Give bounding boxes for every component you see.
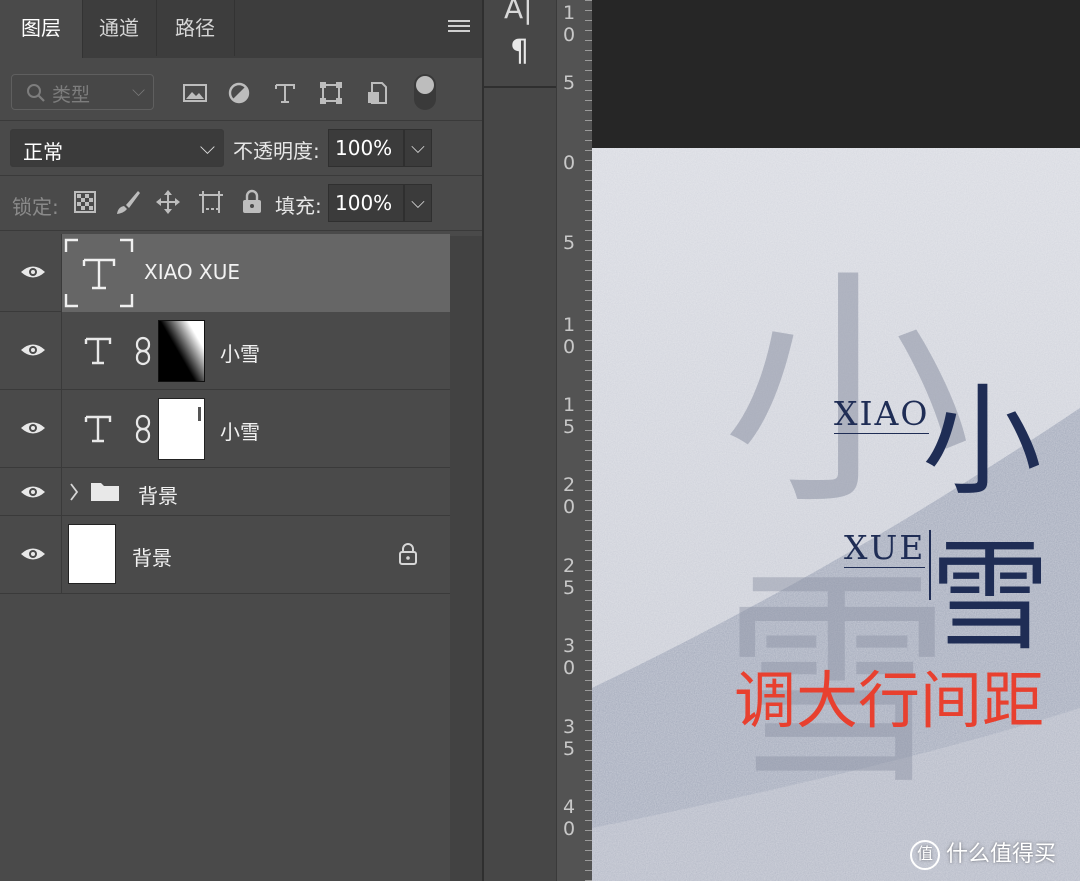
eye-icon[interactable] (20, 420, 46, 436)
layer-row-xiaoxue-1[interactable]: 小雪 (0, 312, 450, 390)
text-layer-thumbnail-icon (64, 238, 134, 308)
lock-all-icon[interactable] (241, 189, 263, 215)
document-canvas[interactable]: 小 雪 小 雪 XIAO XUE 调大行间距 值什么值得买 (592, 148, 1080, 881)
title-char-xiao: 小 (922, 373, 1042, 512)
text-layer-icon (84, 337, 112, 365)
layer-row-xiaoxue-2[interactable]: 小雪 (0, 390, 450, 468)
visibility-cell[interactable] (0, 390, 62, 468)
subtitle-xue: XUE (844, 528, 926, 568)
image-filter-icon[interactable] (182, 80, 208, 106)
ruler-label: 0 (563, 152, 576, 174)
layer-mask-thumbnail[interactable] (158, 320, 205, 382)
fill-field[interactable]: 100% (328, 184, 404, 222)
canvas-pasteboard (592, 0, 1080, 148)
link-icon[interactable] (134, 414, 152, 444)
visibility-cell[interactable] (0, 234, 62, 312)
eye-icon[interactable] (20, 342, 46, 358)
visibility-cell[interactable] (0, 516, 62, 594)
tab-paths[interactable]: 路径 (156, 0, 235, 56)
layer-row-xiao-xue[interactable]: XIAO XUE (0, 234, 450, 312)
fill-dropdown-button[interactable]: ⌵ (404, 184, 432, 222)
visibility-cell[interactable] (0, 468, 62, 516)
panel-menu-icon[interactable] (448, 20, 470, 36)
layer-name: 小雪 (220, 342, 260, 366)
watermark-text: 什么值得买 (946, 842, 1057, 867)
vertical-ruler: 10 5 0 5 10 15 20 25 30 35 40 (556, 0, 593, 881)
opacity-dropdown-button[interactable]: ⌵ (404, 129, 432, 167)
text-cursor (929, 530, 931, 600)
layer-name: 背景 (132, 546, 172, 570)
chevron-down-icon: ⌵ (199, 135, 215, 159)
layer-name: 背景 (138, 484, 178, 508)
layer-name: XIAO XUE (144, 260, 241, 284)
title-char-xue: 雪 (930, 528, 1050, 667)
ruler-label: 30 (563, 635, 576, 679)
ruler-label: 5 (563, 72, 576, 94)
lock-position-icon[interactable] (155, 189, 181, 215)
chevron-down-icon: ⌵ (132, 81, 145, 101)
tab-channels[interactable]: 通道 (82, 0, 157, 56)
search-icon (27, 84, 45, 102)
ruler-label: 5 (563, 232, 576, 254)
layer-row-group-background[interactable]: 背景 (0, 468, 450, 516)
filter-toggle[interactable] (414, 74, 436, 110)
type-filter-icon[interactable] (272, 80, 298, 106)
tab-layers[interactable]: 图层 (0, 0, 83, 58)
ruler-label: 10 (563, 314, 576, 358)
subtitle-xiao: XIAO (834, 394, 930, 434)
panel-scrollbar[interactable] (450, 236, 482, 881)
link-icon[interactable] (134, 336, 152, 366)
lock-transparent-pixels-icon[interactable] (74, 191, 96, 213)
annotation-text: 调大行间距 (734, 664, 1045, 737)
strip-divider (484, 86, 558, 88)
watermark-logo-icon: 值 (910, 840, 940, 870)
shape-filter-icon[interactable] (318, 80, 344, 106)
paragraph-icon[interactable]: ¶ (510, 34, 529, 69)
blend-mode-select[interactable]: 正常 ⌵ (10, 129, 224, 167)
ruler-label: 40 (563, 796, 576, 840)
folder-icon (91, 483, 119, 501)
layer-row-background[interactable]: 背景 (0, 516, 450, 594)
ruler-label: 20 (563, 474, 576, 518)
fill-value: 100% (335, 191, 393, 215)
layer-filter-select[interactable]: 类型 ⌵ (11, 74, 154, 110)
ruler-label: 35 (563, 716, 576, 760)
lock-image-pixels-icon[interactable] (114, 189, 142, 215)
side-panel-strip: A| ¶ (482, 0, 558, 881)
filter-type-label: 类型 (52, 84, 91, 106)
ruler-label: 15 (563, 394, 576, 438)
chevron-right-icon[interactable] (68, 482, 80, 502)
smart-object-filter-icon[interactable] (364, 80, 390, 106)
text-layer-icon (84, 415, 112, 443)
opacity-value: 100% (335, 136, 393, 160)
blend-mode-value: 正常 (23, 140, 63, 164)
layer-mask-thumbnail[interactable] (158, 398, 205, 460)
layer-name: 小雪 (220, 420, 260, 444)
adjustment-filter-icon[interactable] (226, 80, 252, 106)
character-panel-icon[interactable]: A| (504, 0, 533, 25)
opacity-label: 不透明度: (233, 139, 320, 163)
visibility-cell[interactable] (0, 312, 62, 390)
ruler-label: 25 (563, 555, 576, 599)
lock-icon (399, 543, 417, 565)
watermark: 值什么值得买 (910, 836, 1056, 870)
opacity-field[interactable]: 100% (328, 129, 404, 167)
background-thumbnail (68, 524, 116, 584)
fill-label: 填充: (275, 194, 322, 218)
lock-artboard-icon[interactable] (197, 189, 225, 215)
eye-icon[interactable] (20, 264, 46, 280)
ruler-label: 10 (563, 2, 576, 46)
eye-icon[interactable] (20, 484, 46, 500)
eye-icon[interactable] (20, 546, 46, 562)
layers-panel: 图层 通道 路径 类型 ⌵ 正常 ⌵ 不透明度: 100% ⌵ 锁定: 填充: … (0, 0, 482, 881)
lock-label: 锁定: (12, 195, 59, 219)
